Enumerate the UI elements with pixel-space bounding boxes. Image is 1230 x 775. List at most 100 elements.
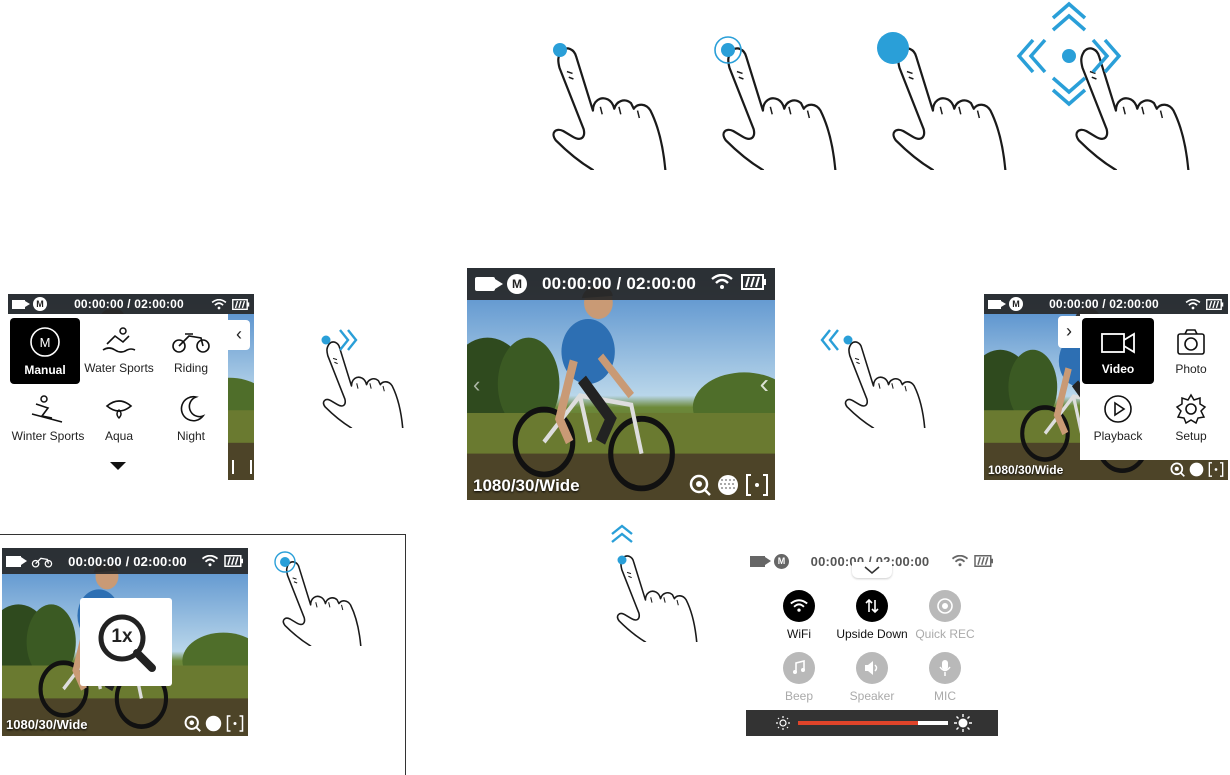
collapse-tab[interactable]: ›: [1058, 316, 1080, 348]
next-arrow[interactable]: ‹: [760, 368, 769, 400]
scene-item-label: Manual: [24, 363, 66, 377]
focus-frame-icon[interactable]: [232, 460, 252, 474]
qs-beep-circle: [783, 652, 815, 684]
battery-icon: [974, 555, 993, 567]
scene-item-manual[interactable]: M Manual: [10, 318, 80, 384]
playback-icon: [1104, 395, 1132, 423]
gesture-swipe-up: [598, 522, 708, 642]
gesture-press: [680, 30, 840, 170]
status-bar: M 00:00:00 / 02:00:00: [8, 294, 254, 314]
zoom-icon[interactable]: [1170, 462, 1185, 477]
qs-quick-rec-circle: [929, 590, 961, 622]
status-bar: M 00:00:00 / 02:00:00: [467, 268, 775, 300]
qs-label: MIC: [934, 689, 956, 703]
metering-icon[interactable]: [205, 715, 222, 732]
gesture-tap: [520, 30, 670, 170]
tap-icon: [552, 43, 667, 170]
quick-settings-screen: M 00:00:00 / 02:00:00 WiFi Upside Down Q…: [746, 548, 998, 736]
swipe-icon: [1016, 1, 1190, 170]
scene-item-label: Aqua: [104, 429, 134, 443]
svg-text:M: M: [40, 335, 51, 350]
mode-badge: M: [33, 297, 47, 311]
swipe-left-icon: [820, 329, 926, 428]
qs-wifi[interactable]: WiFi: [764, 590, 834, 641]
scene-item-night[interactable]: Night: [154, 388, 228, 454]
beep-icon: [793, 660, 805, 674]
scene-item-label: Night: [176, 429, 205, 443]
wifi-icon: [790, 599, 808, 612]
qs-beep[interactable]: Beep: [764, 652, 834, 703]
scene-item-label: Winter Sports: [11, 429, 85, 443]
battery-icon: [232, 298, 250, 310]
scene-photo: [467, 268, 775, 500]
brightness-fill: [798, 721, 918, 725]
metering-icon[interactable]: [717, 474, 739, 496]
mode-item-video[interactable]: Video: [1082, 318, 1154, 384]
mode-menu-panel: Video Photo Playback Setup: [1080, 314, 1228, 460]
swipe-right-icon: [321, 329, 404, 428]
scene-item-water-sports[interactable]: Water Sports: [82, 318, 156, 384]
main-screen: M 00:00:00 / 02:00:00 ‹ ‹ 1080/30/Wide: [467, 268, 775, 500]
water-sports-icon: [102, 327, 136, 353]
collapse-tab[interactable]: ‹: [228, 320, 250, 350]
qs-speaker-circle: [856, 652, 888, 684]
qs-upside-down[interactable]: Upside Down: [832, 590, 912, 641]
qs-quick-rec[interactable]: Quick REC: [910, 590, 980, 641]
qs-mic-circle: [929, 652, 961, 684]
press-icon: [274, 551, 362, 646]
timecode: 00:00:00 / 02:00:00: [1049, 297, 1159, 311]
qs-speaker[interactable]: Speaker: [832, 652, 912, 703]
qs-label: Speaker: [849, 689, 895, 703]
bottom-icons: [689, 474, 769, 496]
qs-mic[interactable]: MIC: [910, 652, 980, 703]
prev-arrow[interactable]: ‹: [473, 372, 480, 398]
mode-item-playback[interactable]: Playback: [1082, 388, 1154, 454]
qs-label: Quick REC: [915, 627, 975, 641]
qs-label: WiFi: [787, 627, 811, 641]
qs-label: Beep: [784, 689, 814, 703]
gesture-swipe: [1005, 0, 1205, 170]
winter-sports-icon: [31, 395, 63, 423]
focus-frame-icon[interactable]: [226, 715, 244, 732]
upside-down-icon: [865, 598, 879, 614]
mode-badge: M: [774, 553, 789, 569]
bottom-icons: [184, 715, 244, 732]
zoom-icon[interactable]: [184, 715, 201, 732]
mode-item-photo[interactable]: Photo: [1156, 318, 1226, 384]
resolution-label: 1080/30/Wide: [988, 463, 1064, 477]
zoom-level: 1x: [111, 626, 133, 647]
scene-item-winter-sports[interactable]: Winter Sports: [8, 388, 88, 454]
swipe-up-icon: [611, 524, 698, 642]
scene-item-riding[interactable]: Riding: [154, 318, 228, 384]
wifi-icon: [201, 555, 219, 567]
wifi-icon: [951, 555, 969, 567]
gesture-swipe-right: [310, 320, 420, 430]
more-down-arrow[interactable]: [110, 462, 126, 470]
qs-label: Upside Down: [836, 627, 908, 641]
mode-item-setup[interactable]: Setup: [1156, 388, 1226, 454]
qs-wifi-circle: [783, 590, 815, 622]
brightness-high-icon: [954, 714, 972, 732]
timecode: 00:00:00 / 02:00:00: [541, 274, 697, 293]
collapse-handle[interactable]: [852, 562, 892, 578]
focus-frame-icon[interactable]: [745, 474, 769, 496]
mode-badge: M: [507, 274, 527, 294]
riding-icon: [172, 333, 210, 353]
mode-badge: M: [1009, 297, 1023, 311]
brightness-track[interactable]: [798, 721, 948, 725]
video-mode-icon: [12, 299, 30, 309]
resolution-label: 1080/30/Wide: [6, 717, 88, 732]
quick-rec-icon: [937, 598, 953, 614]
metering-icon[interactable]: [1189, 462, 1204, 477]
bottom-icons: [1170, 462, 1224, 477]
scene-item-label: Riding: [173, 361, 209, 375]
scene-item-aqua[interactable]: Aqua: [82, 388, 156, 454]
status-bar: M 00:00:00 / 02:00:00: [984, 294, 1228, 314]
press-icon: [714, 36, 837, 170]
wifi-icon: [211, 298, 227, 309]
scene-menu-screen: M 00:00:00 / 02:00:00 M Manual Water Spo…: [8, 294, 254, 480]
zoom-popup[interactable]: 1x: [80, 598, 172, 686]
brightness-low-icon: [776, 716, 790, 730]
zoom-icon[interactable]: [689, 474, 711, 496]
focus-frame-icon[interactable]: [1208, 462, 1224, 477]
